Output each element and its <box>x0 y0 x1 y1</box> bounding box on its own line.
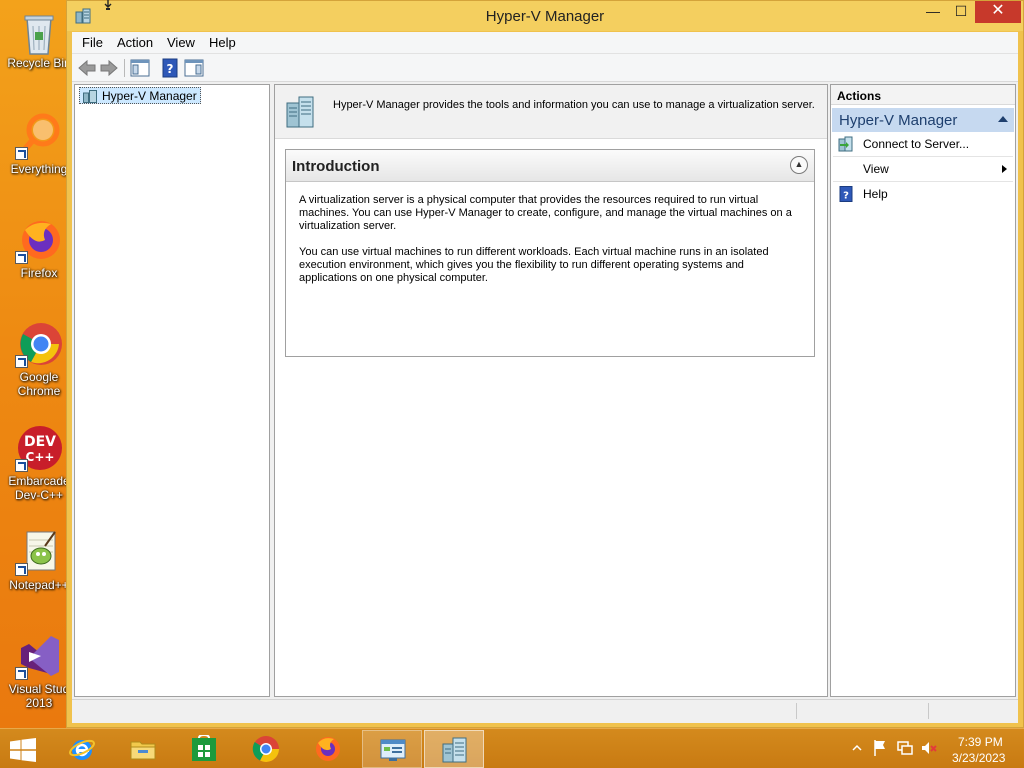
introduction-header[interactable]: Introduction ▲ <box>286 150 814 182</box>
firefox-icon <box>15 216 63 264</box>
status-separator <box>796 703 797 719</box>
taskbar: 7:39 PM 3/23/2023 <box>0 728 1024 768</box>
actions-group-hyperv-manager[interactable]: Hyper-V Manager <box>832 108 1014 132</box>
speaker-muted-icon[interactable] <box>920 739 938 757</box>
svg-text:?: ? <box>167 62 174 76</box>
everything-search-icon <box>15 112 63 160</box>
network-icon[interactable] <box>896 739 914 757</box>
introduction-paragraph: A virtualization server is a physical co… <box>299 194 792 232</box>
results-header: Hyper-V Manager provides the tools and i… <box>275 85 827 139</box>
action-connect-to-server[interactable]: Connect to Server... <box>833 133 1013 157</box>
show-hide-action-pane-icon[interactable] <box>184 58 204 78</box>
windows-start-icon[interactable] <box>8 738 38 762</box>
devcpp-icon: DEV C++ <box>15 424 63 472</box>
svg-text:DEV: DEV <box>24 434 56 450</box>
tree-item-label: Hyper-V Manager <box>102 89 197 103</box>
hyperv-manager-icon <box>441 736 469 764</box>
help-icon[interactable]: ? <box>160 58 180 78</box>
actions-group-title: Hyper-V Manager <box>839 112 958 129</box>
svg-text:C++: C++ <box>26 450 55 464</box>
action-label: Connect to Server... <box>863 137 970 151</box>
collapse-chevron-icon[interactable]: ▲ <box>790 156 808 174</box>
clock-date[interactable]: 3/23/2023 <box>952 751 1005 765</box>
taskbar-google-chrome[interactable] <box>236 730 296 768</box>
introduction-section: Introduction ▲ A virtualization server i… <box>285 149 815 357</box>
taskbar-internet-explorer[interactable] <box>52 730 112 768</box>
internet-explorer-icon <box>68 735 96 763</box>
shortcut-arrow-icon <box>15 147 28 160</box>
maximize-button[interactable]: ☐ <box>947 1 975 23</box>
shortcut-arrow-icon <box>15 251 28 264</box>
chrome-icon <box>252 735 280 763</box>
shortcut-arrow-icon <box>15 667 28 680</box>
hyperv-manager-icon <box>83 90 98 103</box>
forward-arrow-icon[interactable] <box>99 58 119 78</box>
svg-text:?: ? <box>843 191 849 202</box>
title-bar[interactable]: Hyper-V Manager — ☐ ✕ <box>67 1 1023 31</box>
minimize-button[interactable]: — <box>919 1 947 23</box>
menu-view[interactable]: View <box>167 35 195 50</box>
toolbar: ? <box>72 54 1018 82</box>
clock-time[interactable]: 7:39 PM <box>958 735 1003 749</box>
menu-bar: File Action View Help <box>72 32 1018 54</box>
collapse-up-icon[interactable] <box>998 116 1008 122</box>
action-help[interactable]: ? Help <box>833 183 1013 207</box>
shortcut-arrow-icon <box>15 355 28 368</box>
hyperv-server-icon <box>285 95 317 129</box>
back-arrow-icon[interactable] <box>77 58 97 78</box>
show-hide-console-tree-icon[interactable] <box>130 58 150 78</box>
action-view[interactable]: View <box>833 158 1013 182</box>
introduction-paragraph: You can use virtual machines to run diff… <box>299 246 769 284</box>
firefox-icon <box>314 735 342 763</box>
action-center-flag-icon[interactable] <box>872 739 888 757</box>
taskbar-file-explorer[interactable] <box>113 730 173 768</box>
taskbar-firefox[interactable] <box>298 730 358 768</box>
action-label: Help <box>863 187 888 201</box>
chrome-icon <box>15 320 63 368</box>
desktop: Recycle Bin Everything Firefox Google Ch… <box>0 0 71 728</box>
notepadpp-icon <box>15 528 63 576</box>
results-header-text: Hyper-V Manager provides the tools and i… <box>333 99 815 111</box>
taskbar-store[interactable] <box>174 730 234 768</box>
shortcut-arrow-icon <box>15 563 28 576</box>
show-hidden-icons-chevron-icon[interactable] <box>850 741 864 755</box>
recycle-bin-icon <box>15 6 63 55</box>
actions-pane: Actions Hyper-V Manager Connect to Serve… <box>830 84 1016 697</box>
file-explorer-icon <box>129 735 157 763</box>
taskbar-hyperv-manager[interactable] <box>424 730 484 768</box>
window-client-area: File Action View Help ? Hyper-V Manager … <box>72 32 1018 723</box>
control-panel-icon <box>379 736 407 764</box>
action-label: View <box>863 162 889 176</box>
toolbar-separator <box>124 59 125 77</box>
introduction-title: Introduction <box>292 158 380 175</box>
menu-file[interactable]: File <box>82 35 103 50</box>
status-bar <box>72 699 1018 721</box>
connect-server-icon <box>838 136 854 152</box>
status-separator <box>928 703 929 719</box>
menu-help[interactable]: Help <box>209 35 236 50</box>
chevron-right-icon <box>1002 165 1007 173</box>
help-icon: ? <box>838 186 854 202</box>
close-button[interactable]: ✕ <box>975 1 1021 23</box>
results-pane: Hyper-V Manager provides the tools and i… <box>274 84 828 697</box>
shortcut-arrow-icon <box>15 459 28 472</box>
tree-item-hyperv-manager[interactable]: Hyper-V Manager <box>79 87 201 104</box>
mouse-cursor-icon <box>103 0 113 12</box>
hyperv-manager-window: Hyper-V Manager — ☐ ✕ File Action View H… <box>66 0 1024 728</box>
console-tree-pane: Hyper-V Manager <box>74 84 270 697</box>
visual-studio-icon <box>15 632 63 680</box>
actions-header: Actions <box>831 85 1015 105</box>
store-icon <box>190 733 218 763</box>
window-title: Hyper-V Manager <box>485 8 605 25</box>
menu-action[interactable]: Action <box>117 35 153 50</box>
taskbar-control-panel[interactable] <box>362 730 422 768</box>
